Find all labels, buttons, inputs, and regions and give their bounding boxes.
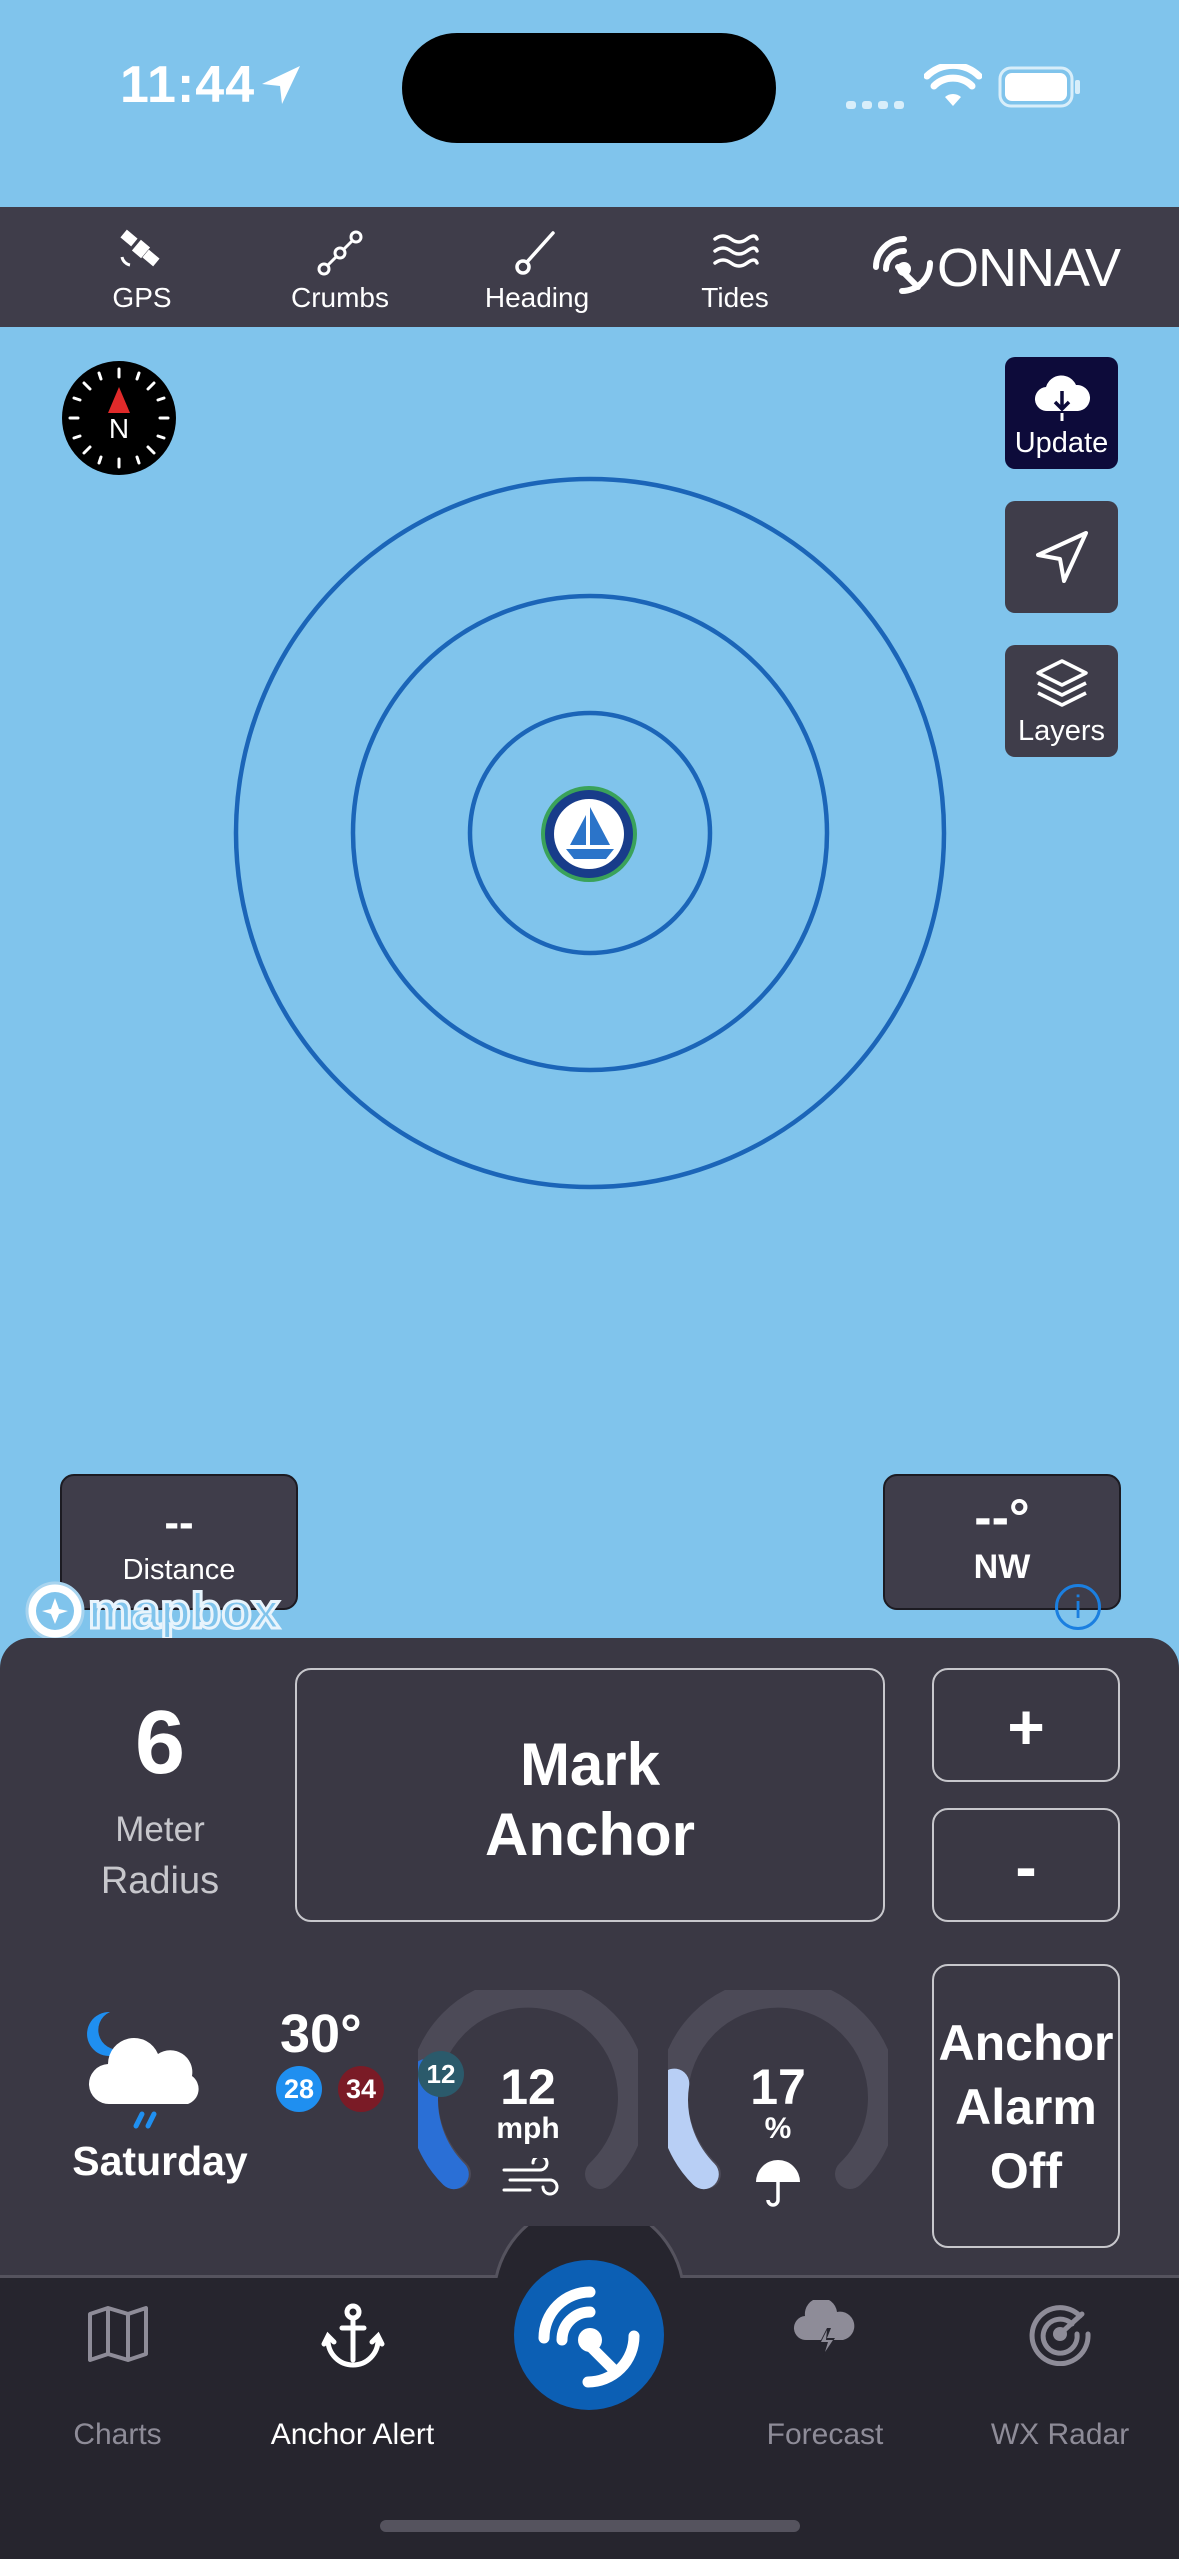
wind-value: 12 (500, 2059, 556, 2115)
distance-value: -- (164, 1498, 194, 1547)
bearing-direction: NW (973, 1548, 1031, 1586)
crumbs-button[interactable]: Crumbs (260, 207, 420, 327)
onnav-home-button[interactable] (514, 2260, 664, 2410)
heading-button[interactable]: Heading (457, 207, 617, 327)
wind-icon (502, 2158, 559, 2196)
tab-wx-radar[interactable]: WX Radar (975, 2278, 1145, 2478)
breadcrumbs-icon (317, 230, 363, 276)
radius-unit: Meter (115, 1810, 205, 1849)
top-toolbar: GPS Crumbs Heading Tides ONNAV (0, 207, 1179, 327)
mark-anchor-line1: Mark (519, 1731, 661, 1798)
storm-cloud-icon (794, 2300, 855, 2356)
wind-gust-badge: 12 (418, 2051, 464, 2097)
alarm-line3: Off (989, 2143, 1063, 2199)
mapbox-wordmark: mapbox (87, 1582, 282, 1641)
tab-charts-label: Charts (73, 2418, 162, 2451)
dynamic-island (402, 33, 776, 143)
rain-value: 17 (750, 2059, 806, 2115)
heading-icon (515, 231, 555, 275)
tab-charts[interactable]: Charts (40, 2278, 195, 2478)
cellular-signal-icon (846, 96, 906, 109)
recenter-button[interactable] (1005, 501, 1118, 613)
tab-wx-radar-label: WX Radar (990, 2418, 1130, 2451)
mark-anchor-button[interactable]: Mark Anchor (295, 1668, 885, 1922)
tab-forecast-label: Forecast (766, 2418, 884, 2451)
bearing-value: --° (974, 1489, 1030, 1547)
radar-icon (1029, 2305, 1091, 2366)
info-icon: i (1074, 1589, 1082, 1625)
onnav-logo: ONNAV (870, 229, 1121, 304)
current-temp: 30° (280, 2004, 362, 2064)
heading-label: Heading (484, 282, 590, 313)
alarm-line1: Anchor (938, 2015, 1114, 2071)
onnav-logo-icon (873, 236, 933, 294)
layers-button[interactable]: Layers (1005, 645, 1118, 757)
night-cloud-rain-icon (87, 2011, 199, 2129)
radius-increase-button[interactable]: + (932, 1668, 1120, 1782)
crumbs-label: Crumbs (290, 282, 389, 313)
tab-anchor-alert-label: Anchor Alert (270, 2418, 435, 2451)
weather-day: Saturday (72, 2138, 248, 2184)
mark-anchor-line2: Anchor (485, 1801, 695, 1868)
tab-anchor-alert[interactable]: Anchor Alert (240, 2278, 465, 2478)
compass-button[interactable]: N (62, 361, 176, 475)
alarm-line2: Alarm (955, 2079, 1097, 2135)
radius-decrease-button[interactable]: - (932, 1808, 1120, 1922)
satellite-icon (120, 229, 160, 267)
anchor-panel: 6 Meter Radius Mark Anchor + - Saturday … (0, 1638, 1179, 2278)
tides-icon (713, 234, 759, 268)
gps-button[interactable]: GPS (62, 207, 222, 327)
cloud-download-icon (1034, 375, 1091, 421)
onnav-logo-text: ONNAV (937, 238, 1121, 298)
radius-display: 6 Meter Radius (40, 1698, 280, 1903)
location-arrow-icon (262, 66, 300, 104)
boat-position-icon (541, 786, 637, 882)
anchor-icon (321, 2303, 385, 2368)
tides-label: Tides (701, 282, 769, 313)
update-label: Update (1014, 427, 1109, 459)
update-button[interactable]: Update (1005, 357, 1118, 469)
low-temp-badge: 28 (276, 2066, 322, 2112)
rain-gauge-fill (668, 2068, 719, 2190)
wind-unit: mph (496, 2112, 560, 2145)
radius-value: 6 (134, 1693, 186, 1793)
home-indicator (380, 2520, 800, 2532)
battery-icon (998, 66, 1080, 108)
compass-north-label: N (108, 413, 130, 444)
wifi-icon (924, 64, 982, 106)
map-info-button[interactable]: i (1055, 1584, 1101, 1630)
rain-unit: % (764, 2112, 792, 2145)
umbrella-icon (756, 2160, 800, 2207)
high-temp-badge: 34 (338, 2066, 384, 2112)
layers-label: Layers (1017, 715, 1106, 747)
tab-forecast[interactable]: Forecast (740, 2278, 910, 2478)
anchor-alarm-toggle[interactable]: Anchor Alarm Off (932, 1964, 1120, 2248)
navigation-arrow-icon (1036, 531, 1088, 583)
mapbox-logo-icon (25, 1581, 85, 1641)
gps-label: GPS (112, 282, 172, 313)
onnav-logo-icon (538, 2286, 640, 2388)
minus-label: - (1015, 1831, 1037, 1903)
tides-button[interactable]: Tides (655, 207, 815, 327)
map-icon (88, 2306, 148, 2362)
radius-label: Radius (100, 1860, 220, 1902)
plus-label: + (1007, 1691, 1045, 1763)
status-time: 11:44 (120, 56, 256, 114)
layers-icon (1036, 659, 1088, 707)
